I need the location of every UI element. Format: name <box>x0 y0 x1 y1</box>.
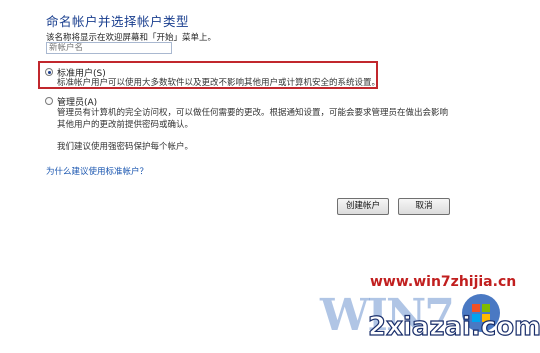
administrator-description-line2: 其他用户的更改前提供密码或确认。 <box>57 120 194 130</box>
account-name-input[interactable] <box>46 42 172 54</box>
watermark-site: 2xiazai.com <box>367 311 540 342</box>
page-heading: 命名帐户并选择帐户类型 <box>46 14 190 29</box>
create-account-button[interactable]: 创建帐户 <box>337 198 389 215</box>
standard-user-description: 标准帐户用户可以使用大多数软件以及更改不影响其他用户或计算机安全的系统设置。 <box>57 78 381 88</box>
administrator-radio[interactable] <box>45 97 53 105</box>
password-recommendation: 我们建议使用强密码保护每个帐户。 <box>57 142 194 152</box>
watermark-url: www.win7zhijia.cn <box>370 274 517 290</box>
administrator-description-line1: 管理员有计算机的完全访问权，可以做任何需要的更改。根据通知设置，可能会要求管理员… <box>57 108 449 118</box>
cancel-button[interactable]: 取消 <box>398 198 450 215</box>
standard-user-radio[interactable] <box>45 68 53 76</box>
why-standard-account-link[interactable]: 为什么建议使用标准帐户？ <box>46 165 148 177</box>
